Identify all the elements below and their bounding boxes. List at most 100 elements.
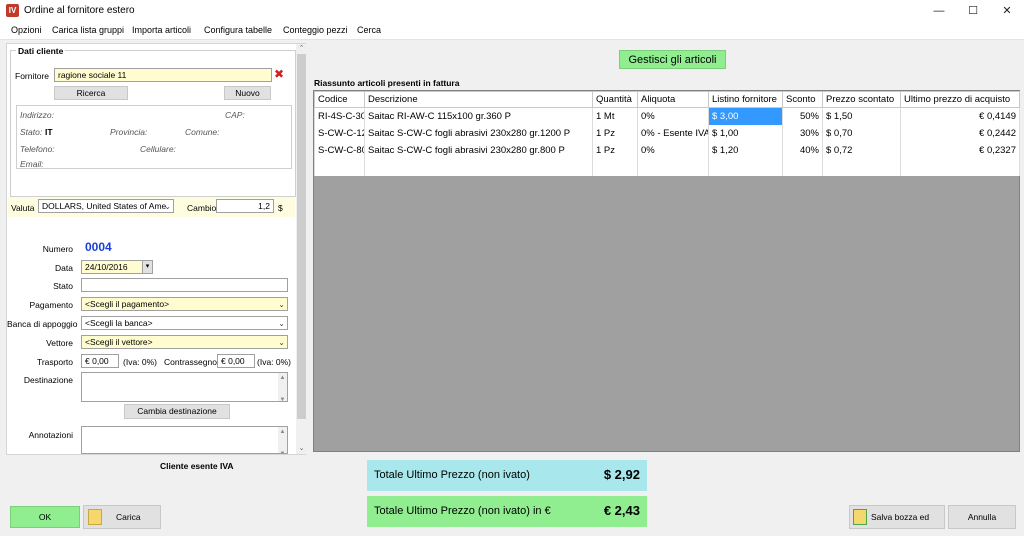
scroll-down-icon[interactable]: ⌄ bbox=[296, 444, 307, 454]
totale-euro-value: € 2,43 bbox=[603, 503, 640, 518]
save-draft-icon bbox=[853, 509, 867, 525]
menu-importa-articoli[interactable]: Importa articoli bbox=[132, 25, 191, 35]
col-ultimo-prezzo[interactable]: Ultimo prezzo di acquisto bbox=[900, 91, 1020, 108]
annulla-button[interactable]: Annulla bbox=[948, 505, 1016, 529]
cell-listino-fornitore[interactable]: $ 3,00 bbox=[708, 107, 783, 125]
vettore-select[interactable]: <Scegli il vettore> ⌄ bbox=[81, 335, 288, 349]
trasporto-field[interactable]: € 0,00 bbox=[81, 354, 119, 368]
menu-carica-lista-gruppi[interactable]: Carica lista gruppi bbox=[52, 25, 124, 35]
menu-cerca[interactable]: Cerca bbox=[357, 25, 381, 35]
cell-ultimo-prezzo[interactable]: € 0,4149 bbox=[900, 107, 1020, 125]
cell-quantita[interactable]: 1 Pz bbox=[592, 141, 638, 159]
table-row[interactable]: RI-4S-C-30 Saitac RI-AW-C 115x100 gr.360… bbox=[314, 107, 1020, 125]
col-listino-fornitore[interactable]: Listino fornitore bbox=[708, 91, 783, 108]
annotazioni-scrollbar[interactable]: ▲ ▼ bbox=[278, 427, 287, 453]
ricerca-button[interactable]: Ricerca bbox=[54, 86, 128, 100]
cambia-destinazione-button[interactable]: Cambia destinazione bbox=[124, 404, 230, 419]
cell-codice[interactable]: RI-4S-C-30 bbox=[314, 107, 365, 125]
banca-value: <Scegli la banca> bbox=[85, 318, 153, 328]
col-prezzo-scontato[interactable]: Prezzo scontato bbox=[822, 91, 901, 108]
cambio-field[interactable]: 1,2 bbox=[216, 199, 274, 213]
cell-ultimo-prezzo[interactable]: € 0,2442 bbox=[900, 124, 1020, 142]
left-panel-scrollbar[interactable]: ⌃ ⌄ bbox=[296, 44, 307, 454]
cell-quantita[interactable]: 1 Pz bbox=[592, 124, 638, 142]
cell-sconto[interactable]: 50% bbox=[782, 107, 823, 125]
fornitore-label: Fornitore bbox=[15, 71, 50, 81]
chevron-down-icon: ⌄ bbox=[278, 300, 285, 309]
cell-aliquota[interactable]: 0% - Esente IVA bbox=[637, 124, 709, 142]
salva-bozza-button[interactable]: Salva bozza ed esci bbox=[849, 505, 945, 536]
data-field[interactable]: 24/10/2016 ▾ bbox=[81, 260, 153, 274]
contrassegno-field[interactable]: € 0,00 bbox=[217, 354, 255, 368]
banca-select[interactable]: <Scegli la banca> ⌄ bbox=[81, 316, 288, 330]
cell-sconto[interactable]: 30% bbox=[782, 124, 823, 142]
totale-box: Totale Ultimo Prezzo (non ivato) $ 2,92 bbox=[367, 460, 647, 491]
cell-descrizione[interactable]: Saitac S-CW-C fogli abrasivi 230x280 gr.… bbox=[364, 124, 593, 142]
cell-descrizione[interactable]: Saitac RI-AW-C 115x100 gr.360 P bbox=[364, 107, 593, 125]
destinazione-scrollbar[interactable]: ▲ ▼ bbox=[278, 373, 287, 401]
cell-prezzo-scontato[interactable]: $ 0,72 bbox=[822, 141, 901, 159]
table-row[interactable]: S-CW-C-12 Saitac S-CW-C fogli abrasivi 2… bbox=[314, 124, 1020, 142]
cell-listino-fornitore[interactable]: $ 1,00 bbox=[708, 124, 783, 142]
col-aliquota[interactable]: Aliquota bbox=[637, 91, 709, 108]
annotazioni-field[interactable]: ▲ ▼ bbox=[81, 426, 288, 454]
stato-value: IT bbox=[45, 127, 53, 137]
chevron-down-icon: ⌄ bbox=[164, 202, 171, 211]
totale-euro-box: Totale Ultimo Prezzo (non ivato) in € € … bbox=[367, 496, 647, 527]
scroll-up-icon[interactable]: ⌃ bbox=[296, 44, 307, 54]
contrassegno-iva: (Iva: 0%) bbox=[257, 357, 292, 367]
col-descrizione[interactable]: Descrizione bbox=[364, 91, 593, 108]
cell-prezzo-scontato[interactable]: $ 0,70 bbox=[822, 124, 901, 142]
close-icon[interactable]: ✕ bbox=[990, 0, 1024, 22]
data-value: 24/10/2016 bbox=[85, 262, 128, 272]
cell-listino-fornitore[interactable]: $ 1,20 bbox=[708, 141, 783, 159]
pagamento-label: Pagamento bbox=[29, 300, 73, 310]
calendar-dropdown-icon[interactable]: ▾ bbox=[142, 261, 152, 273]
carica-bozza-button[interactable]: Carica bozza bbox=[83, 505, 161, 536]
table-row-new[interactable] bbox=[314, 158, 1020, 176]
valuta-select[interactable]: DOLLARS, United States of Ame ⌄ bbox=[38, 199, 174, 213]
scroll-thumb[interactable] bbox=[297, 54, 306, 419]
cell-aliquota[interactable]: 0% bbox=[637, 107, 709, 125]
table-row[interactable]: S-CW-C-80 Saitac S-CW-C fogli abrasivi 2… bbox=[314, 141, 1020, 159]
vettore-label: Vettore bbox=[46, 338, 73, 348]
ok-button[interactable]: OK bbox=[10, 506, 80, 528]
menu-configura-tabelle[interactable]: Configura tabelle bbox=[204, 25, 272, 35]
col-sconto[interactable]: Sconto bbox=[782, 91, 823, 108]
destinazione-field[interactable]: ▲ ▼ bbox=[81, 372, 288, 402]
chevron-down-icon: ⌄ bbox=[278, 338, 285, 347]
table-header: Codice Descrizione Quantità Aliquota Lis… bbox=[314, 91, 1020, 108]
pagamento-select[interactable]: <Scegli il pagamento> ⌄ bbox=[81, 297, 288, 311]
cell-codice[interactable]: S-CW-C-12 bbox=[314, 124, 365, 142]
data-label: Data bbox=[55, 263, 73, 273]
left-panel: Dati cliente Fornitore ragione sociale 1… bbox=[6, 43, 306, 455]
cell-prezzo-scontato[interactable]: $ 1,50 bbox=[822, 107, 901, 125]
minimize-icon[interactable]: — bbox=[922, 0, 956, 22]
col-quantita[interactable]: Quantità bbox=[592, 91, 638, 108]
pagamento-value: <Scegli il pagamento> bbox=[85, 299, 170, 309]
cell-quantita[interactable]: 1 Mt bbox=[592, 107, 638, 125]
menu-conteggio-pezzi[interactable]: Conteggio pezzi bbox=[283, 25, 348, 35]
stato-label: Stato: bbox=[20, 127, 43, 137]
vettore-value: <Scegli il vettore> bbox=[85, 337, 153, 347]
articles-table: Codice Descrizione Quantità Aliquota Lis… bbox=[314, 91, 1020, 176]
app-icon: IV bbox=[6, 4, 19, 17]
col-codice[interactable]: Codice bbox=[314, 91, 365, 108]
cell-ultimo-prezzo[interactable]: € 0,2327 bbox=[900, 141, 1020, 159]
menu-bar: Opzioni Carica lista gruppi Importa arti… bbox=[0, 22, 1024, 40]
cell-descrizione[interactable]: Saitac S-CW-C fogli abrasivi 230x280 gr.… bbox=[364, 141, 593, 159]
fornitore-field[interactable]: ragione sociale 11 bbox=[54, 68, 272, 82]
cell-sconto[interactable]: 40% bbox=[782, 141, 823, 159]
cell-aliquota[interactable]: 0% bbox=[637, 141, 709, 159]
stato-ordine-field[interactable] bbox=[81, 278, 288, 292]
cap-label: CAP: bbox=[225, 110, 245, 120]
maximize-icon[interactable]: ☐ bbox=[956, 0, 990, 22]
gestisci-articoli-button[interactable]: Gestisci gli articoli bbox=[619, 50, 726, 69]
menu-opzioni[interactable]: Opzioni bbox=[11, 25, 42, 35]
cell-codice[interactable]: S-CW-C-80 bbox=[314, 141, 365, 159]
totale-label: Totale Ultimo Prezzo (non ivato) bbox=[374, 469, 530, 481]
clear-icon[interactable]: ✖ bbox=[274, 67, 284, 81]
nuovo-button[interactable]: Nuovo bbox=[224, 86, 271, 100]
dati-cliente-title: Dati cliente bbox=[16, 46, 66, 56]
telefono-label: Telefono: bbox=[20, 144, 55, 154]
